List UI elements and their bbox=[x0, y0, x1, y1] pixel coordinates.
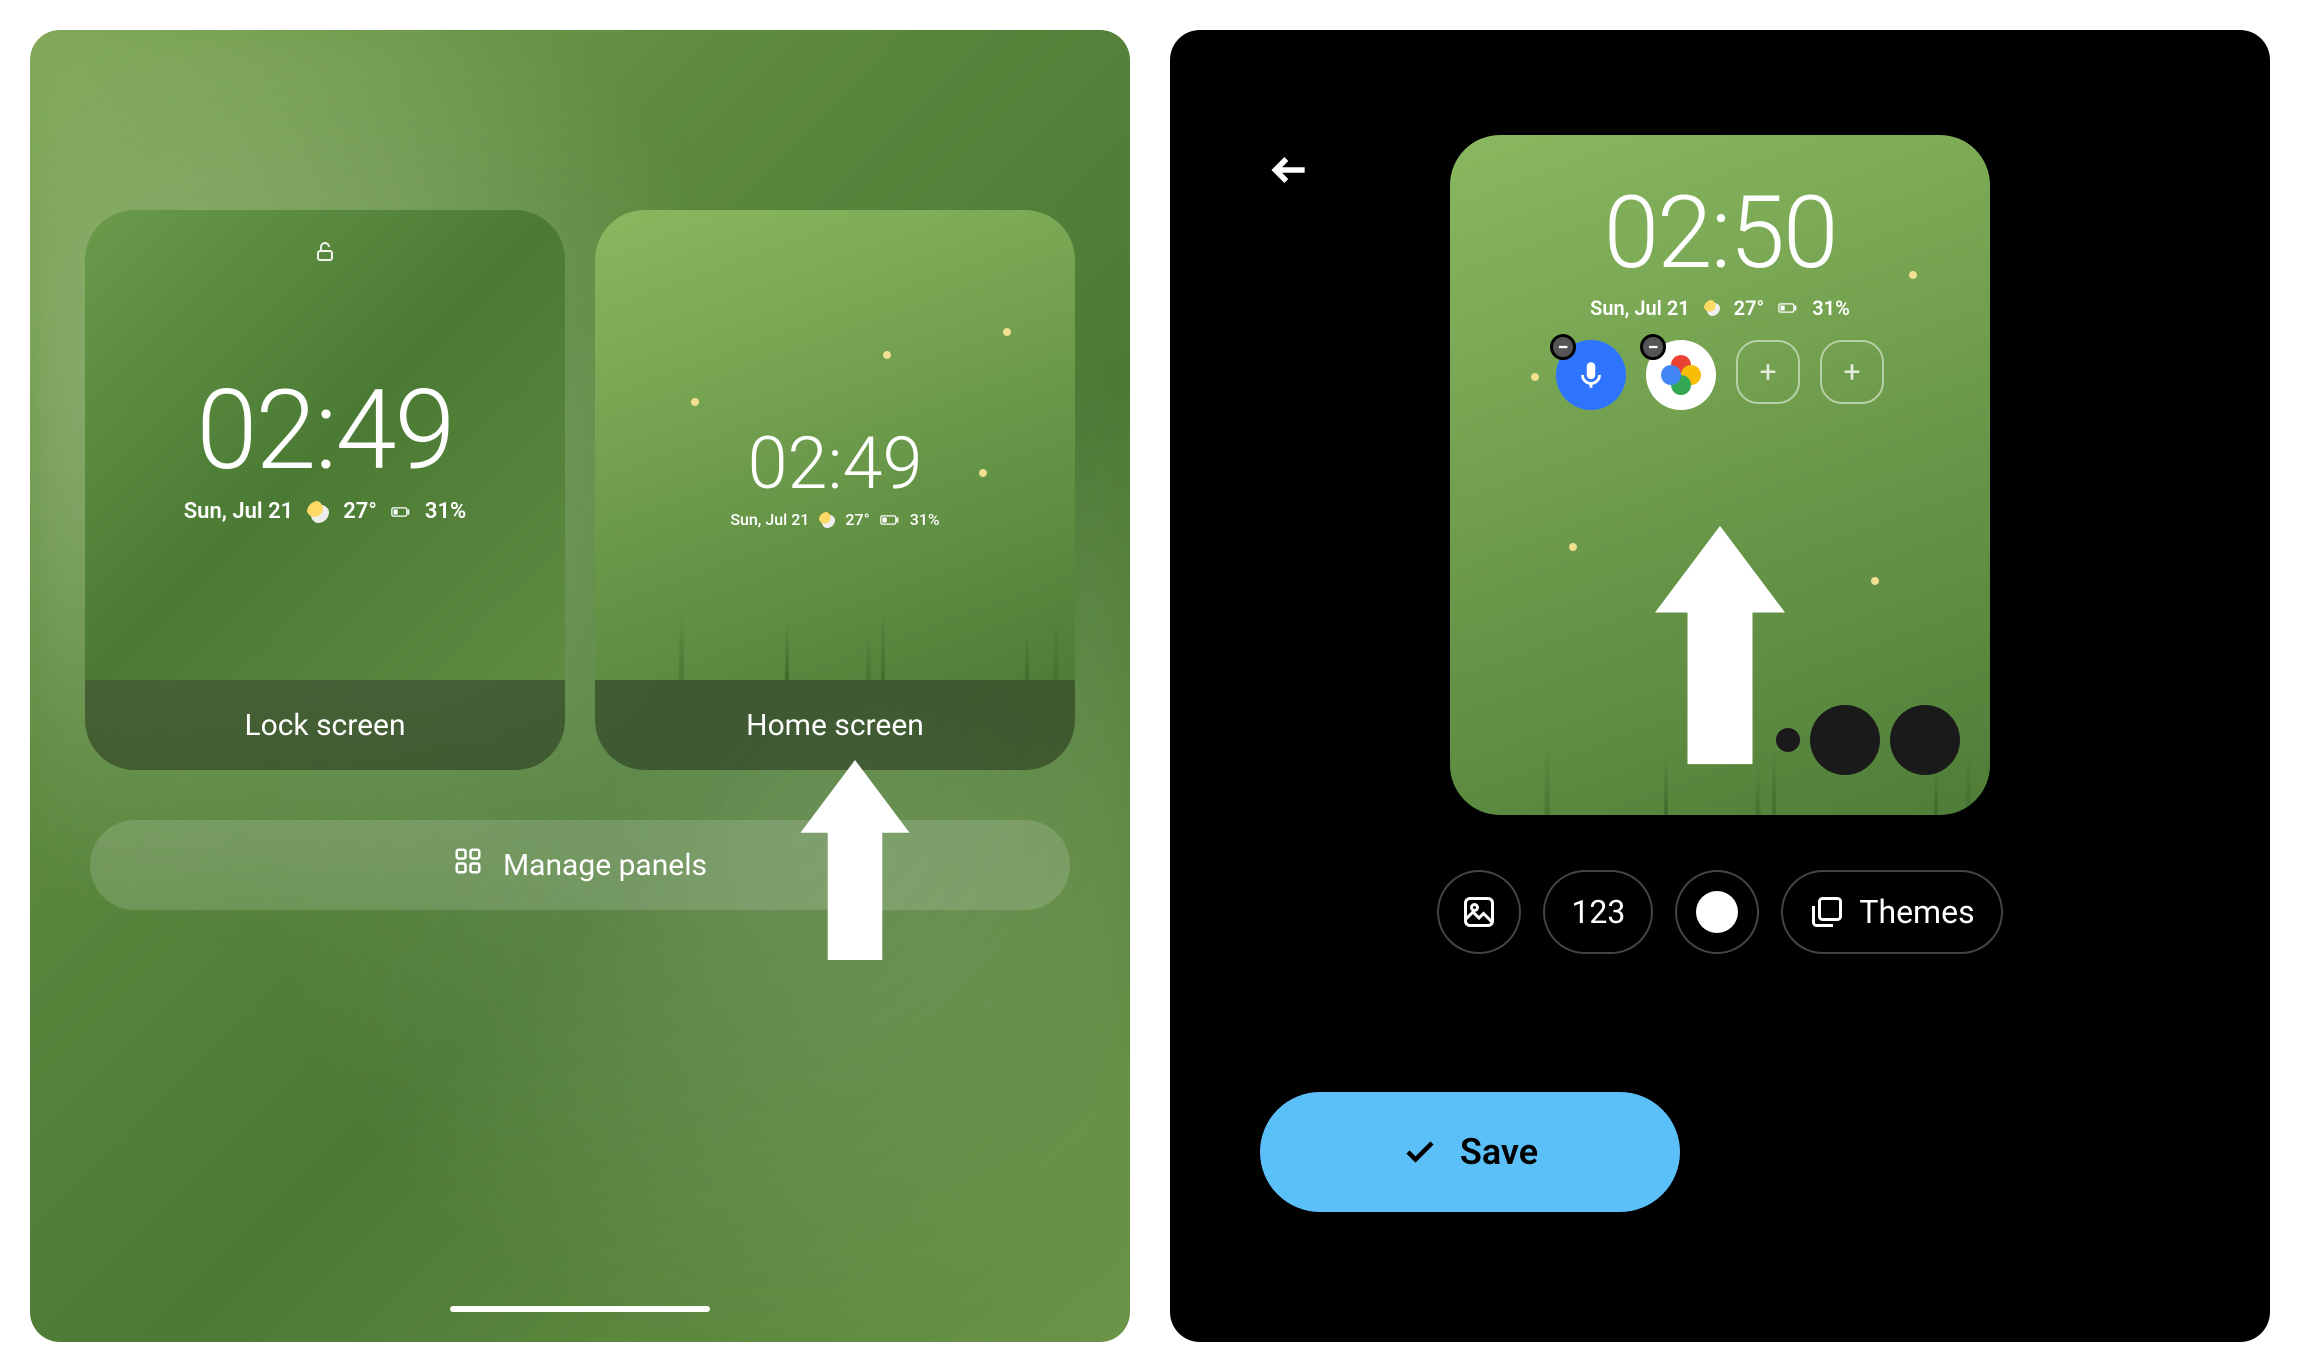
editor-preview[interactable]: 02:50 Sun, Jul 21 27° 31% − − + + bbox=[1450, 135, 1990, 815]
color-swatch-icon bbox=[1696, 891, 1738, 933]
shortcut-photos[interactable]: − bbox=[1646, 340, 1716, 410]
remove-shortcut-button[interactable]: − bbox=[1550, 334, 1576, 360]
themes-label: Themes bbox=[1859, 893, 1974, 931]
editor-temp: 27° bbox=[1734, 296, 1765, 320]
color-picker-button[interactable] bbox=[1675, 870, 1759, 954]
grid-icon bbox=[453, 846, 483, 884]
clock-style-button[interactable]: 123 bbox=[1543, 870, 1653, 954]
plants-illustration bbox=[595, 210, 1075, 680]
home-indicator[interactable] bbox=[450, 1306, 710, 1312]
add-shortcut-button[interactable]: + bbox=[1820, 340, 1884, 404]
check-icon bbox=[1402, 1134, 1438, 1170]
lock-screen-card[interactable]: 02:49 Sun, Jul 21 27° 31% Lock screen bbox=[85, 210, 565, 770]
lock-screen-label: Lock screen bbox=[85, 680, 565, 770]
lock-status-row: Sun, Jul 21 27° 31% bbox=[184, 499, 467, 524]
editor-battery: 31% bbox=[1812, 296, 1850, 320]
lockscreen-editor-panel: 02:50 Sun, Jul 21 27° 31% − − + + bbox=[1170, 30, 2270, 1342]
mic-icon bbox=[1574, 358, 1608, 392]
themes-button[interactable]: Themes bbox=[1781, 870, 2002, 954]
lock-temp: 27° bbox=[343, 499, 377, 524]
page-indicator-row bbox=[1776, 705, 1960, 775]
battery-icon bbox=[1778, 302, 1798, 314]
save-button[interactable]: Save bbox=[1260, 1092, 1680, 1212]
lock-battery: 31% bbox=[425, 499, 466, 524]
screen-card-row: 02:49 Sun, Jul 21 27° 31% Lock screen bbox=[30, 210, 1130, 770]
editor-controls-row: 123 Themes bbox=[1170, 870, 2270, 954]
wallpaper-picker-button[interactable] bbox=[1437, 870, 1521, 954]
lock-clock: 02:49 bbox=[196, 366, 453, 495]
lock-screen-preview: 02:49 Sun, Jul 21 27° 31% bbox=[85, 210, 565, 680]
editor-date: Sun, Jul 21 bbox=[1590, 296, 1690, 320]
back-arrow-icon bbox=[1268, 148, 1312, 192]
instruction-arrow-icon bbox=[800, 760, 910, 960]
image-icon bbox=[1461, 894, 1497, 930]
photos-icon bbox=[1661, 355, 1701, 395]
unlock-icon bbox=[313, 240, 337, 270]
home-screen-card[interactable]: 02:49 Sun, Jul 21 27° 31% Home screen bbox=[595, 210, 1075, 770]
home-screen-label: Home screen bbox=[595, 680, 1075, 770]
plus-icon: + bbox=[1759, 355, 1776, 390]
manage-panels-label: Manage panels bbox=[503, 848, 707, 883]
weather-icon bbox=[1704, 300, 1720, 316]
shortcut-recorder[interactable]: − bbox=[1556, 340, 1626, 410]
home-screen-preview: 02:49 Sun, Jul 21 27° 31% bbox=[595, 210, 1075, 680]
weather-icon bbox=[307, 501, 329, 523]
layers-icon bbox=[1809, 894, 1845, 930]
battery-icon bbox=[391, 506, 411, 518]
clock-style-label: 123 bbox=[1571, 893, 1625, 931]
plus-icon: + bbox=[1843, 355, 1860, 390]
shortcut-row: − − + + bbox=[1450, 340, 1990, 410]
editor-status-row: Sun, Jul 21 27° 31% bbox=[1450, 296, 1990, 320]
lock-date: Sun, Jul 21 bbox=[184, 499, 293, 524]
instruction-arrow-icon bbox=[1655, 515, 1785, 775]
save-label: Save bbox=[1460, 1131, 1538, 1173]
page-dot[interactable] bbox=[1776, 728, 1800, 752]
editor-clock[interactable]: 02:50 bbox=[1450, 175, 1990, 292]
page-dot[interactable] bbox=[1810, 705, 1880, 775]
wallpaper-selector-panel: 02:49 Sun, Jul 21 27° 31% Lock screen bbox=[30, 30, 1130, 1342]
add-shortcut-button[interactable]: + bbox=[1736, 340, 1800, 404]
page-dot[interactable] bbox=[1890, 705, 1960, 775]
manage-panels-button[interactable]: Manage panels bbox=[90, 820, 1070, 910]
back-button[interactable] bbox=[1260, 140, 1320, 200]
